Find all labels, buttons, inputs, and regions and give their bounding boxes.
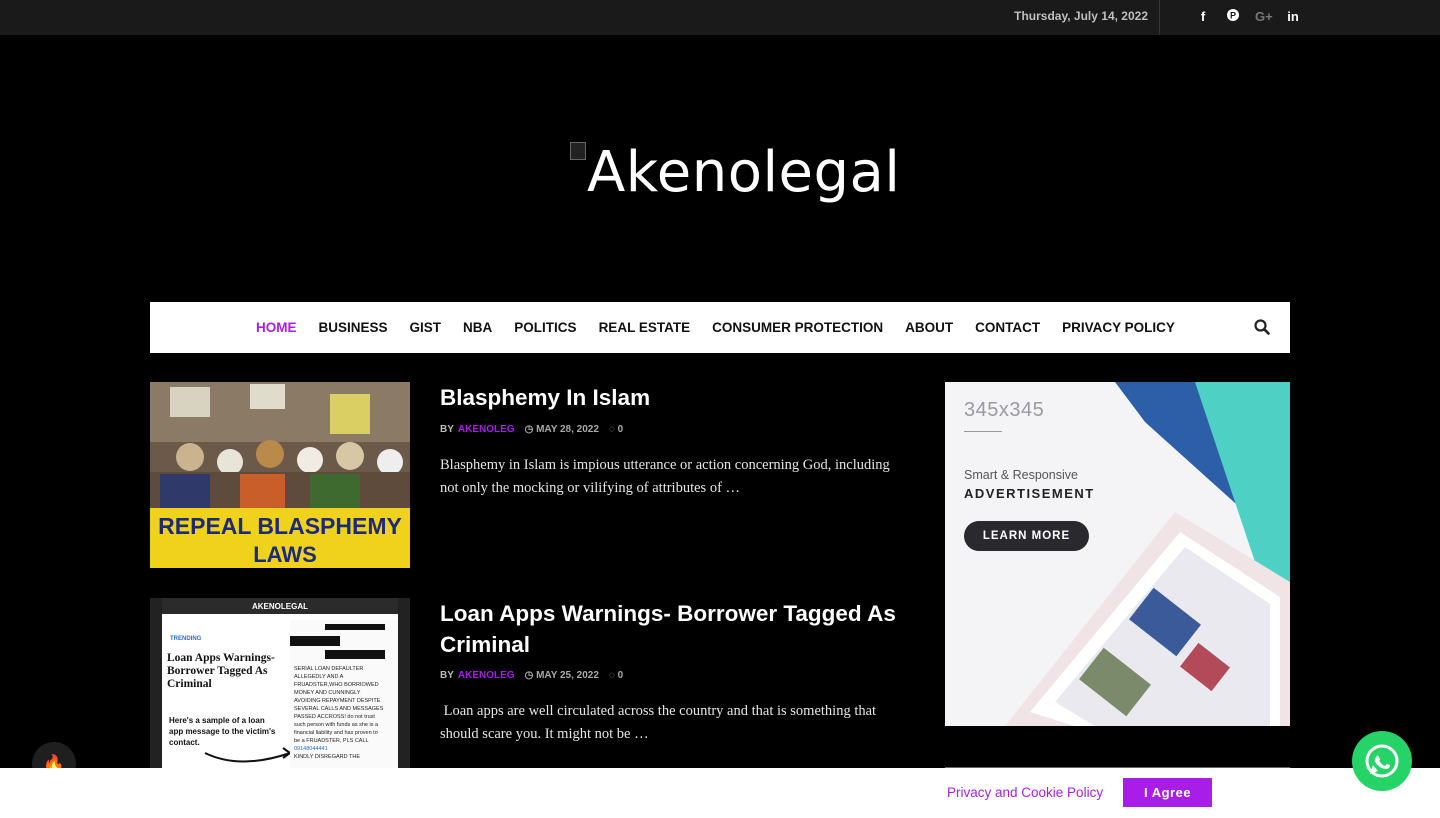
post-excerpt: Loan apps are well circulated across the… [440,703,880,742]
post-meta: BY AKENOLEG ◷ MAY 25, 2022 ◌ 0 [440,670,623,681]
nav-item-privacy-policy[interactable]: PRIVACY POLICY [1062,320,1175,335]
post-title[interactable]: Blasphemy In Islam [440,382,900,413]
cookie-bar: Privacy and Cookie Policy I Agree [0,767,1440,818]
svg-text:MONEY AND CUNNINGLY: MONEY AND CUNNINGLY [294,690,361,696]
post-title[interactable]: Loan Apps Warnings- Borrower Tagged As C… [440,598,900,660]
svg-text:Loan Apps Warnings-: Loan Apps Warnings- [167,652,275,664]
nav-item-nba[interactable]: NBA [463,320,492,335]
svg-text:Criminal: Criminal [167,678,212,690]
learn-more-button[interactable]: LEARN MORE [964,521,1089,551]
nav-item-real-estate[interactable]: REAL ESTATE [599,320,691,335]
svg-text:such person with funds as she: such person with funds as she is a [294,722,379,728]
svg-text:SERIAL LOAN DEFAULTER: SERIAL LOAN DEFAULTER [294,666,363,672]
broken-image-icon [570,142,586,160]
divider [945,767,1290,768]
post-date[interactable]: ◷ MAY 28, 2022 [525,424,599,435]
thumbnail-banner-text: REPEAL BLASPHEMY [158,513,402,539]
svg-text:FRUADSTER,WHO BORRIOWED: FRUADSTER,WHO BORRIOWED [294,682,379,688]
by-label: BY [440,670,454,681]
svg-text:TRENDING: TRENDING [170,636,202,642]
comment-icon: ◌ [608,424,618,435]
post-author[interactable]: AKENOLEG [458,424,515,435]
top-bar: Thursday, July 14, 2022 f P G+ in [0,0,1440,35]
search-icon[interactable] [1254,319,1270,335]
post-author[interactable]: AKENOLEG [458,670,515,681]
post-date[interactable]: ◷ MAY 25, 2022 [525,670,599,681]
svg-text:financial liability and has pr: financial liability and has proven to [294,730,378,736]
svg-text:Here's a sample of a loan: Here's a sample of a loan [169,716,265,725]
comment-count[interactable]: ◌ 0 [609,424,623,435]
nav-item-home[interactable]: HOME [256,320,297,335]
svg-text:09148044441: 09148044441 [294,746,328,752]
current-date: Thursday, July 14, 2022 [1014,9,1148,23]
whatsapp-icon [1365,744,1399,778]
post-thumbnail[interactable]: AKENOLEGAL TRENDING Loan Apps Warnings- … [150,598,410,768]
svg-text:AVOIDING REPAYMENT DESPITE: AVOIDING REPAYMENT DESPITE [294,698,381,704]
comment-icon: ◌ [608,670,618,681]
post-date-text: MAY 25, 2022 [536,670,599,681]
thumbnail-brand: AKENOLEGAL [252,602,308,611]
agree-button[interactable]: I Agree [1123,778,1212,807]
post-card: REPEAL BLASPHEMY LAWS Blasphemy In Islam… [150,382,910,568]
nav-item-contact[interactable]: CONTACT [975,320,1040,335]
post-thumbnail[interactable]: REPEAL BLASPHEMY LAWS [150,382,410,568]
ad-headline: ADVERTISEMENT [964,486,1095,501]
svg-text:P: P [1230,11,1236,21]
main-navigation: HOME BUSINESS GIST NBA POLITICS REAL EST… [150,302,1290,353]
nav-item-consumer-protection[interactable]: CONSUMER PROTECTION [712,320,883,335]
svg-text:PASSED ACCROSS! do not trust: PASSED ACCROSS! do not trust [294,714,375,720]
pinterest-icon[interactable]: P [1225,9,1241,24]
nav-item-about[interactable]: ABOUT [905,320,953,335]
svg-text:app message to the victim's: app message to the victim's [169,727,276,736]
nav-item-gist[interactable]: GIST [410,320,442,335]
svg-text:LAWS: LAWS [253,542,317,567]
facebook-icon[interactable]: f [1195,9,1211,24]
nav-item-politics[interactable]: POLITICS [514,320,576,335]
ad-tagline: Smart & Responsive [964,468,1078,482]
comment-count-text: 0 [617,424,624,435]
whatsapp-chat-button[interactable] [1352,731,1412,791]
clock-icon: ◷ [524,670,537,681]
logo-alt-text: Akenolegal [587,140,901,205]
svg-text:contact.: contact. [169,738,200,747]
nav-item-business[interactable]: BUSINESS [319,320,388,335]
svg-text:ALLEGEDLY AND A: ALLEGEDLY AND A [294,674,344,680]
clock-icon: ◷ [524,424,537,435]
divider [1159,0,1160,35]
site-logo[interactable]: Akenolegal [570,140,900,205]
cookie-policy-link[interactable]: Privacy and Cookie Policy [947,785,1103,800]
post-excerpt: Blasphemy in Islam is impious utterance … [440,457,890,496]
post-meta: BY AKENOLEG ◷ MAY 28, 2022 ◌ 0 [440,424,623,435]
post-card: AKENOLEGAL TRENDING Loan Apps Warnings- … [150,598,910,768]
ad-divider [964,431,1002,432]
svg-text:Borrower Tagged As: Borrower Tagged As [167,665,268,677]
svg-text:SEVERAL CALLS AND MESSAGES: SEVERAL CALLS AND MESSAGES [294,706,384,712]
google-plus-icon[interactable]: G+ [1255,9,1273,24]
sidebar-advertisement[interactable]: 345x345 Smart & Responsive ADVERTISEMENT… [945,382,1290,726]
svg-text:be a FRUADSTER, PLS CALL: be a FRUADSTER, PLS CALL [294,738,369,744]
ad-size-label: 345x345 [964,399,1045,421]
comment-count-text: 0 [617,670,624,681]
post-date-text: MAY 28, 2022 [536,424,599,435]
linkedin-icon[interactable]: in [1285,9,1301,24]
social-links: f P G+ in [1195,9,1301,24]
by-label: BY [440,424,454,435]
svg-text:KINDLY DISREGARD THE: KINDLY DISREGARD THE [294,754,360,760]
comment-count[interactable]: ◌ 0 [609,670,623,681]
